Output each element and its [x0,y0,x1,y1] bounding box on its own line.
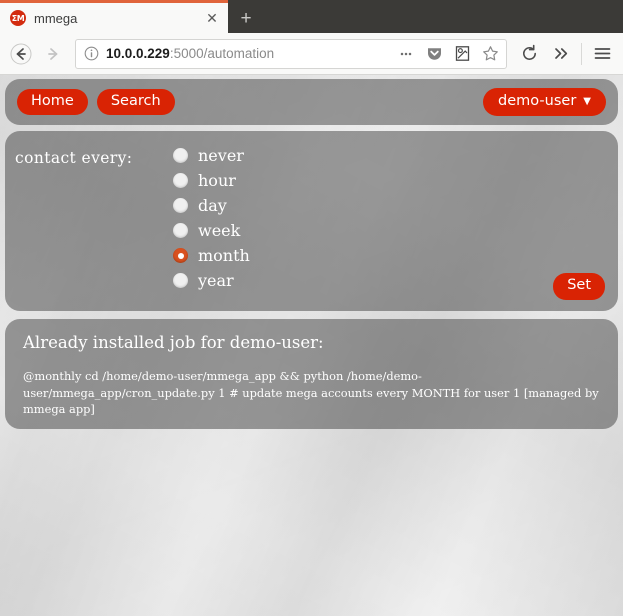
reader-view-icon[interactable] [450,42,474,66]
mmega-favicon: ΣM [10,10,26,26]
radio-icon[interactable] [173,148,188,163]
radio-option-never[interactable]: never [173,143,250,168]
radio-label: year [198,270,234,290]
installed-job-title: Already installed job for demo-user: [23,333,324,352]
overflow-chevrons-icon[interactable] [546,39,576,69]
bookmark-star-icon[interactable] [478,42,502,66]
tab-title: mmega [34,10,78,26]
radio-label: month [198,245,250,265]
set-button[interactable]: Set [553,273,605,300]
chevron-down-icon: ▼ [583,95,591,107]
hamburger-menu-icon[interactable] [587,39,617,69]
page-actions-icon[interactable] [394,42,418,66]
cron-job-text: @monthly cd /home/demo-user/mmega_app &&… [23,369,599,417]
browser-chrome: ΣM mmega ✕ + 10.0.0.229:5000/automation [0,0,623,75]
radio-label: week [198,220,241,240]
radio-option-month[interactable]: month [173,243,250,268]
new-tab-icon[interactable]: + [228,3,264,33]
site-header: Home Search demo-user ▼ [5,79,618,125]
user-menu-label: demo-user [498,92,577,109]
reload-icon[interactable] [514,39,544,69]
radio-icon[interactable] [173,223,188,238]
radio-option-year[interactable]: year [173,268,250,293]
tab-strip: ΣM mmega ✕ + [0,0,623,33]
radio-label: hour [198,170,236,190]
radio-icon[interactable] [173,198,188,213]
nav-home-button[interactable]: Home [17,88,88,116]
radio-option-week[interactable]: week [173,218,250,243]
frequency-radio-group[interactable]: never hour day week month year [173,143,250,293]
url-text[interactable]: 10.0.0.229:5000/automation [103,46,390,61]
nav-search-button[interactable]: Search [96,88,175,116]
navigation-toolbar: 10.0.0.229:5000/automation [0,33,623,75]
pocket-icon[interactable] [422,42,446,66]
page-content: Home Search demo-user ▼ contact every: n… [0,75,623,616]
radio-icon-selected[interactable] [173,248,188,263]
browser-tab[interactable]: ΣM mmega ✕ [0,3,228,33]
info-circle-icon[interactable] [83,46,99,62]
url-path: :5000/automation [169,46,275,61]
url-host: 10.0.0.229 [106,46,170,61]
radio-option-hour[interactable]: hour [173,168,250,193]
automation-form-panel: contact every: never hour day week month [5,131,618,311]
installed-job-panel: Already installed job for demo-user: @mo… [5,319,618,429]
contact-every-label: contact every: [15,149,133,167]
back-icon[interactable] [6,39,36,69]
user-menu-button[interactable]: demo-user ▼ [483,87,606,117]
radio-option-day[interactable]: day [173,193,250,218]
radio-icon[interactable] [173,173,188,188]
toolbar-divider [581,42,582,65]
radio-icon[interactable] [173,273,188,288]
url-bar[interactable]: 10.0.0.229:5000/automation [75,38,507,69]
radio-label: day [198,195,227,215]
radio-label: never [198,145,244,165]
close-icon[interactable]: ✕ [202,8,222,28]
forward-icon [38,39,68,69]
